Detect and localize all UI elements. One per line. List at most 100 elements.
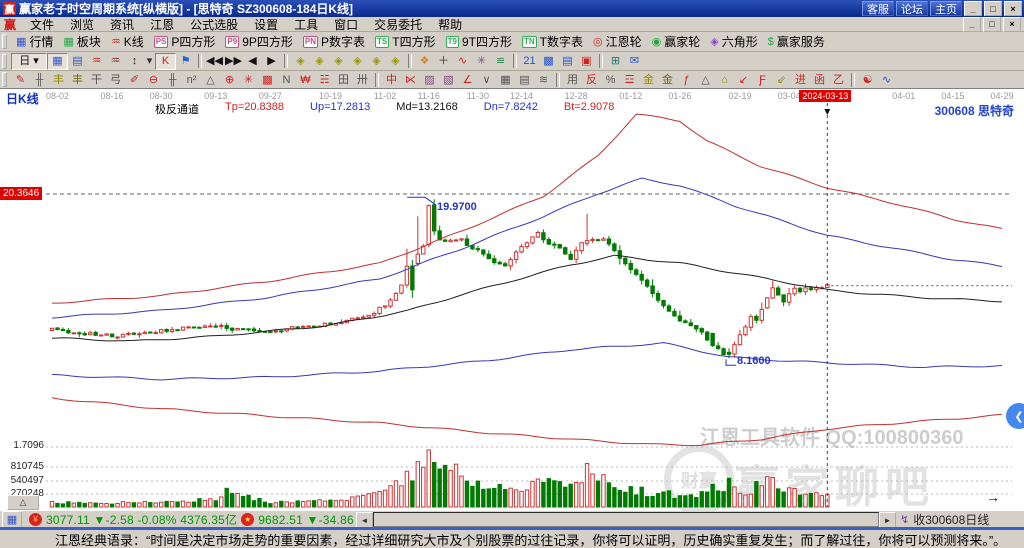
ruler-lines-button[interactable]: ╫ <box>163 72 182 87</box>
sine-wave-button[interactable]: ∿ <box>877 72 896 87</box>
star-burst-button[interactable]: ✳ <box>239 72 258 87</box>
tally-tool-button[interactable]: 卅 <box>353 72 372 87</box>
house-tool-button[interactable]: ⌂ <box>715 72 734 87</box>
letter-box-button[interactable]: 函 <box>810 72 829 87</box>
n-square-button[interactable]: n² <box>182 72 201 87</box>
9p-square-button[interactable]: P99P四方形 <box>220 33 297 50</box>
kline-mode-button[interactable]: K <box>155 53 176 70</box>
grid-box-button[interactable]: ▦ <box>496 72 515 87</box>
draw-flag-button[interactable]: ⚑ <box>176 54 195 69</box>
p-square-button[interactable]: PSP四方形 <box>149 33 221 50</box>
nav-next-button[interactable]: ▶ <box>262 54 281 69</box>
menu-item-6[interactable]: 工具 <box>286 18 326 32</box>
circle-plus-button[interactable]: ⊕ <box>220 72 239 87</box>
triangle-tool-button[interactable]: △ <box>201 72 220 87</box>
taiji-button[interactable]: ☯ <box>858 72 877 87</box>
p-number-table-button[interactable]: PNP数字表 <box>298 33 370 50</box>
circle-minus-button[interactable]: ⊖ <box>144 72 163 87</box>
hatch-box-button[interactable]: ▩ <box>258 72 277 87</box>
child-minimize-button[interactable]: _ <box>963 17 981 32</box>
gann-grid-gold-button[interactable]: 丰 <box>49 72 68 87</box>
kline-style-dark-button[interactable]: ♒ <box>106 54 125 69</box>
dragon-tool-button[interactable]: ≌ <box>491 54 510 69</box>
advance-tool-button[interactable]: 进 <box>791 72 810 87</box>
customer-service-button[interactable]: 客服 <box>862 1 894 16</box>
period-day-dropdown-button[interactable]: 日 ▾ <box>11 53 47 70</box>
f10-report-button[interactable]: ▤ <box>68 54 87 69</box>
print-button[interactable]: ⊞ <box>606 54 625 69</box>
hexagon-button[interactable]: ◈六角形 <box>705 33 762 50</box>
pencil-button[interactable]: ✎ <box>11 72 30 87</box>
menu-item-1[interactable]: 浏览 <box>62 18 102 32</box>
homepage-button[interactable]: 主页 <box>930 1 962 16</box>
arc-tool-button[interactable]: 弓 <box>106 72 125 87</box>
down-left-arrow-button[interactable]: ↙ <box>734 72 753 87</box>
hook-tool-button[interactable]: 乙 <box>829 72 848 87</box>
calculator-button[interactable]: ▩ <box>539 54 558 69</box>
9t-square-button[interactable]: T99T四方形 <box>441 33 517 50</box>
market-quotes-button[interactable]: ▦行情 <box>11 33 58 50</box>
n-wave-button[interactable]: N <box>277 72 296 87</box>
menu-item-7[interactable]: 窗口 <box>326 18 366 32</box>
gann-wheel-button[interactable]: ◎江恩轮 <box>588 33 647 50</box>
t-square-button[interactable]: TST四方形 <box>370 33 441 50</box>
shade-right-button[interactable]: ▧ <box>439 72 458 87</box>
angle-tool-button[interactable]: ∠ <box>458 72 477 87</box>
percent-tool-button[interactable]: % <box>601 72 620 87</box>
grid-lines-button[interactable]: ╫ <box>30 72 49 87</box>
save-button[interactable]: ▣ <box>577 54 596 69</box>
menu-item-0[interactable]: 文件 <box>22 18 62 32</box>
fan-lines-button[interactable]: ⋉ <box>401 72 420 87</box>
reset-scale-button[interactable]: ↕ <box>125 54 144 69</box>
forum-button[interactable]: 论坛 <box>896 1 928 16</box>
winner-service-button[interactable]: $赢家服务 <box>763 33 830 50</box>
timeshare-button[interactable]: ▦ <box>47 53 68 70</box>
horizontal-scrollbar[interactable]: ◄ ► <box>356 512 896 527</box>
sectors-button[interactable]: ▦板块 <box>58 33 105 50</box>
double-down-arrow-button[interactable]: ⇙ <box>772 72 791 87</box>
level-tool-button[interactable]: 干 <box>87 72 106 87</box>
golden-section-button[interactable]: 金 <box>639 72 658 87</box>
minimize-button[interactable]: _ <box>964 1 982 16</box>
nav-first-button[interactable]: ◀◀ <box>205 54 224 69</box>
menu-item-4[interactable]: 公式选股 <box>182 18 246 32</box>
trigram-water-button[interactable]: ☵ <box>315 72 334 87</box>
child-close-button[interactable]: × <box>1003 17 1021 32</box>
f-hook-button[interactable]: Ƒ <box>753 72 772 87</box>
expand-volume-pane-button[interactable]: △ <box>7 495 39 510</box>
style-dropdown-button[interactable]: ▾ <box>144 54 155 69</box>
gann-flower-button[interactable]: ✳ <box>472 54 491 69</box>
zoom-in-button[interactable]: ◈ <box>329 54 348 69</box>
menu-item-8[interactable]: 交易委托 <box>366 18 430 32</box>
menu-item-9[interactable]: 帮助 <box>430 18 470 32</box>
child-restore-button[interactable]: □ <box>983 17 1001 32</box>
zoom-up-button[interactable]: ◈ <box>367 54 386 69</box>
pen-red-button[interactable]: ✐ <box>125 72 144 87</box>
center-tool-button[interactable]: 中 <box>382 72 401 87</box>
function-f-button[interactable]: ƒ <box>677 72 696 87</box>
zoom-right-button[interactable]: ◈ <box>310 54 329 69</box>
nav-last-button[interactable]: ▶▶ <box>224 54 243 69</box>
mail-button[interactable]: ✉ <box>625 54 644 69</box>
pan-hand-button[interactable]: ❖ <box>415 54 434 69</box>
crosshair-button[interactable]: ＋ <box>434 54 453 69</box>
menu-item-3[interactable]: 江恩 <box>142 18 182 32</box>
kline-chart-canvas[interactable] <box>0 89 1024 511</box>
chart-area[interactable]: 财赢 江恩工具软件 QQ:100800360 赢家聊吧 08-0208-1608… <box>0 88 1024 511</box>
w-wave-button[interactable]: ₩ <box>296 72 315 87</box>
field-grid-button[interactable]: 田 <box>334 72 353 87</box>
shade-left-button[interactable]: ▨ <box>420 72 439 87</box>
zoom-out-button[interactable]: ◈ <box>348 54 367 69</box>
row-box-button[interactable]: ▤ <box>515 72 534 87</box>
wave-tool-button[interactable]: ∿ <box>453 54 472 69</box>
gann-grid-dark-button[interactable]: 丰 <box>68 72 87 87</box>
nav-prev-button[interactable]: ◀ <box>243 54 262 69</box>
reverse-tool-button[interactable]: 反 <box>582 72 601 87</box>
scroll-right-arrow[interactable]: → <box>986 489 1000 505</box>
menu-item-5[interactable]: 设置 <box>246 18 286 32</box>
zoom-down-button[interactable]: ◈ <box>386 54 405 69</box>
scrollbar-thumb[interactable] <box>373 512 879 527</box>
close-button[interactable]: × <box>1004 1 1022 16</box>
menu-item-2[interactable]: 资讯 <box>102 18 142 32</box>
quote-grid-icon[interactable]: ▦ <box>2 511 22 528</box>
